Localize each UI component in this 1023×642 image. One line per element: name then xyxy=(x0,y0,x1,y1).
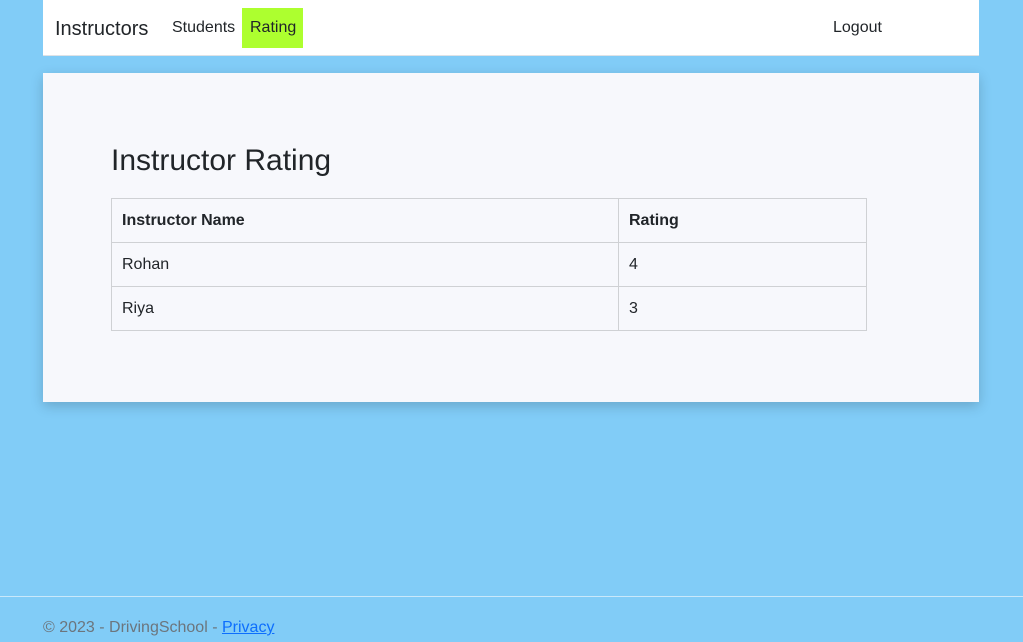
page-footer: © 2023 - DrivingSchool - Privacy xyxy=(0,596,1023,642)
brand-link[interactable]: Instructors xyxy=(55,17,148,41)
cell-instructor-name: Riya xyxy=(111,286,619,331)
header-rating: Rating xyxy=(618,198,867,243)
cell-instructor-name: Rohan xyxy=(111,242,619,287)
footer-text: © 2023 - DrivingSchool - Privacy xyxy=(43,619,274,637)
cell-rating: 3 xyxy=(618,286,867,331)
instructor-rating-table: Instructor Name Rating Rohan 4 Riya 3 xyxy=(111,198,867,331)
header-instructor-name: Instructor Name xyxy=(111,198,619,243)
table-row: Riya 3 xyxy=(111,286,867,331)
nav-link-students[interactable]: Students xyxy=(164,8,243,48)
logout-link[interactable]: Logout xyxy=(825,8,890,48)
page-title: Instructor Rating xyxy=(111,144,332,177)
cell-rating: 4 xyxy=(618,242,867,287)
table-row: Rohan 4 xyxy=(111,242,867,287)
table-header-row: Instructor Name Rating xyxy=(111,198,867,243)
main-card: Instructor Rating Instructor Name Rating… xyxy=(43,73,979,402)
top-navbar: Instructors Students Rating Logout xyxy=(43,0,979,56)
privacy-link[interactable]: Privacy xyxy=(222,619,274,636)
nav-link-rating[interactable]: Rating xyxy=(242,8,303,48)
copyright-text: © 2023 - DrivingSchool - xyxy=(43,619,222,636)
